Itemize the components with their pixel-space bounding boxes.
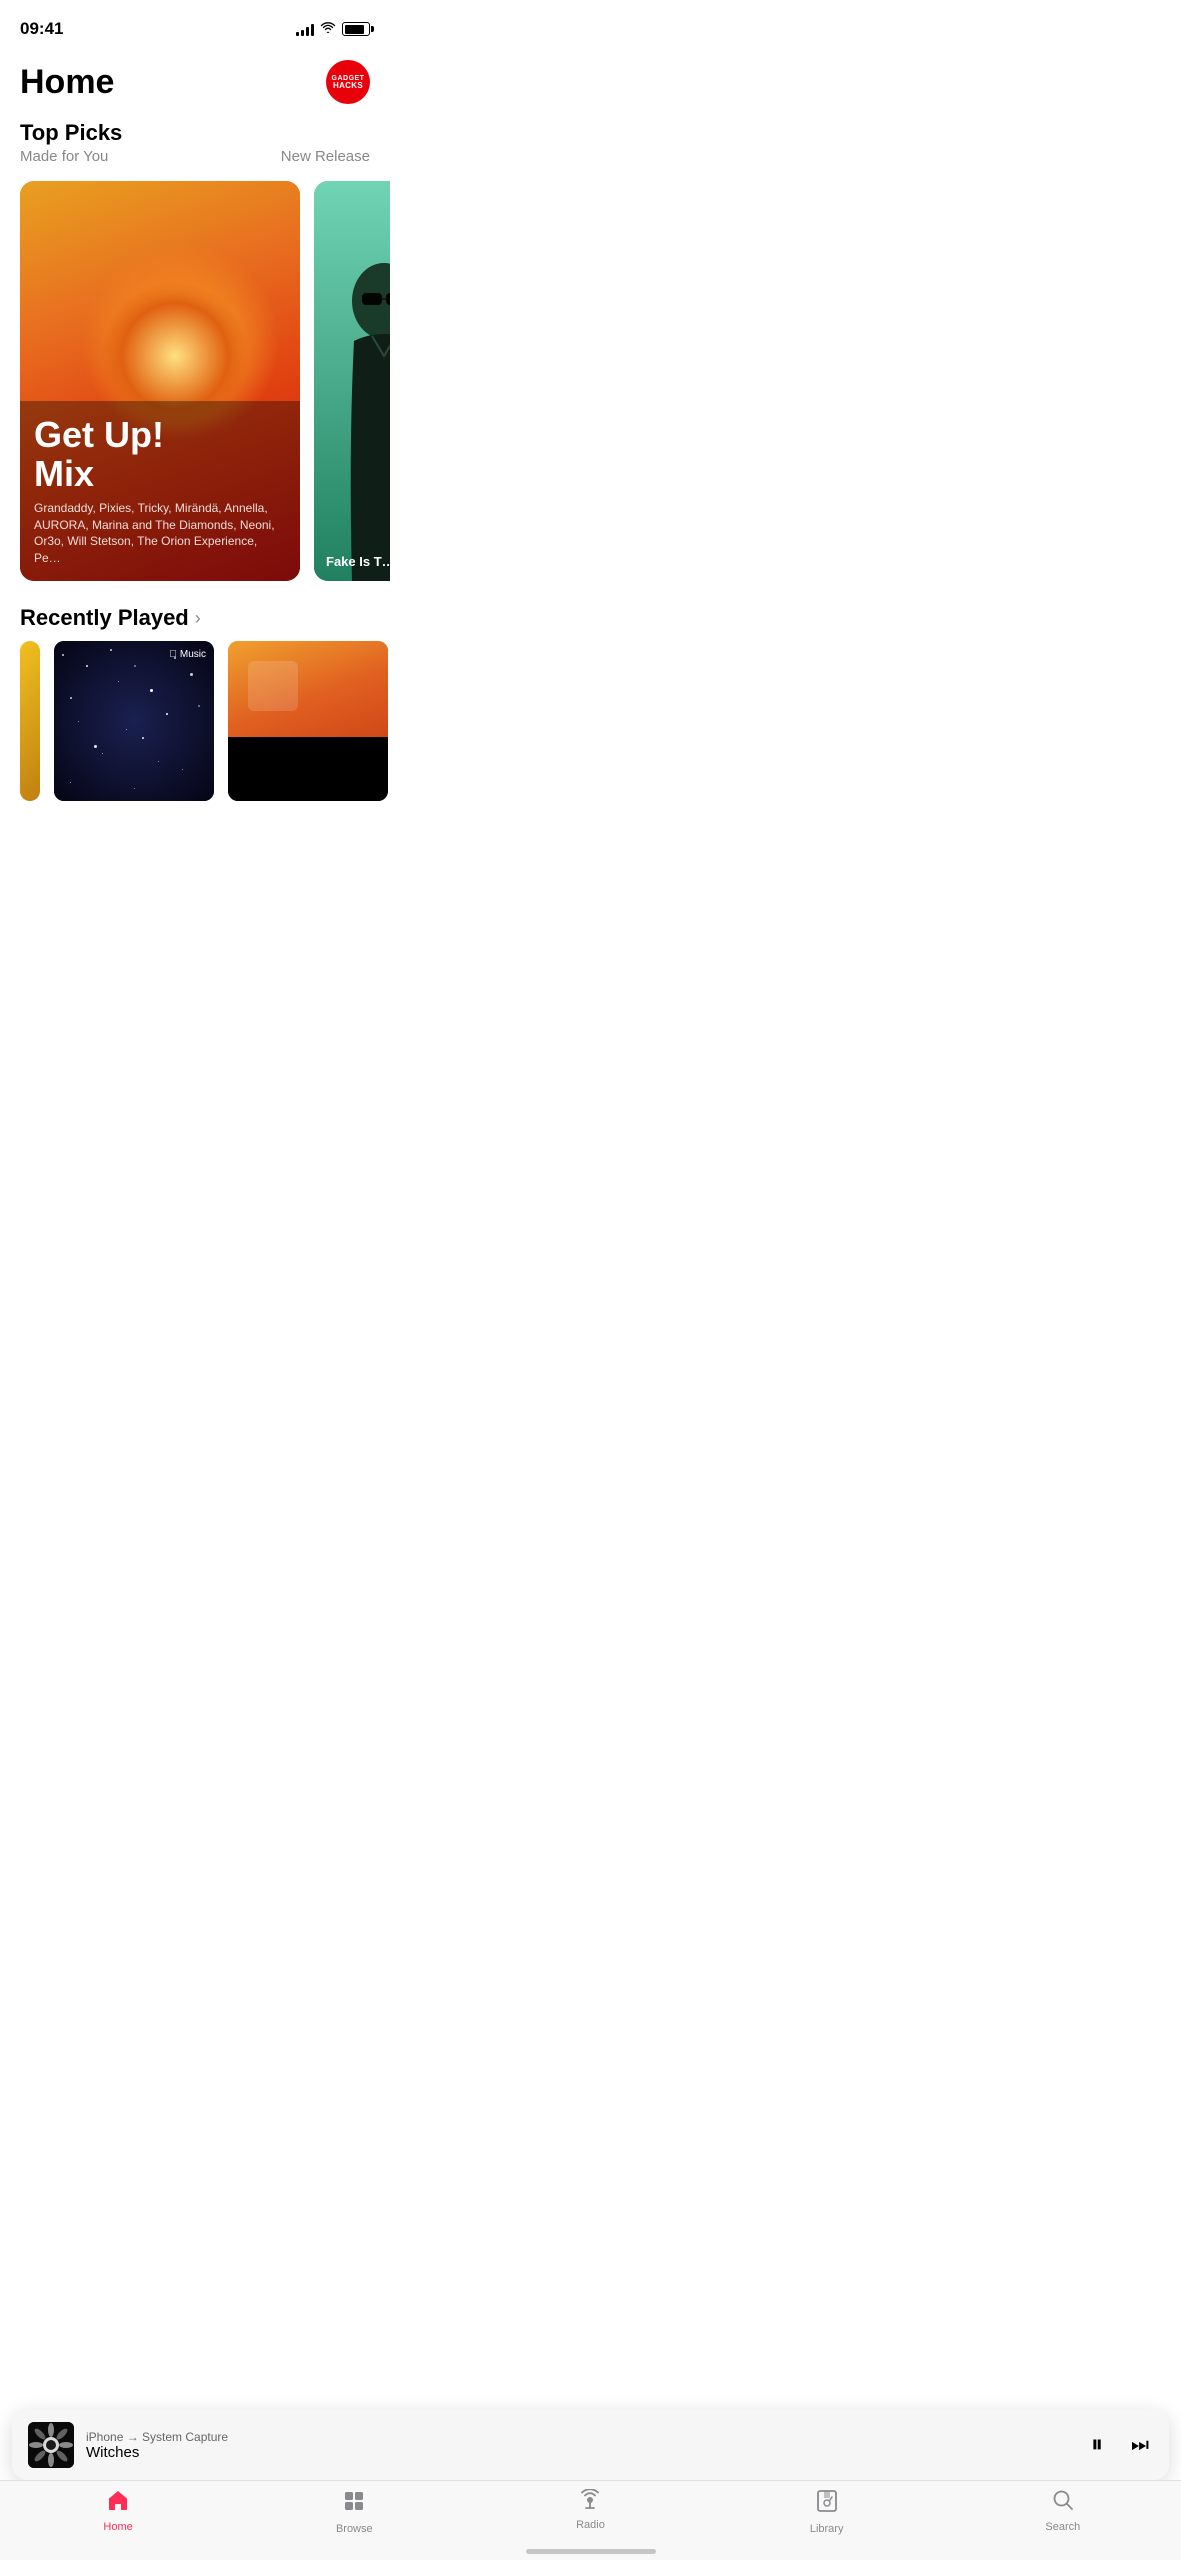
battery-icon bbox=[342, 22, 370, 36]
tab-radio-label: Radio bbox=[576, 2519, 605, 2531]
mini-player-info: iPhone → System Capture Witches bbox=[28, 2422, 1087, 2468]
tab-browse-label: Browse bbox=[336, 2523, 373, 2535]
recently-card-partial[interactable] bbox=[20, 641, 40, 801]
tab-bar: Home Browse Radio bbox=[0, 2480, 1181, 2560]
page-header: Home GADGET HACKS bbox=[0, 50, 390, 120]
featured-card-description: Grandaddy, Pixies, Tricky, Mirändä, Anne… bbox=[34, 500, 286, 567]
recently-played-section: Recently Played › bbox=[0, 597, 390, 817]
tab-home[interactable]: Home bbox=[88, 2489, 148, 2540]
mini-track-name: Witches bbox=[86, 2444, 228, 2461]
top-picks-scroll:  Music Get Up! Mix Grandaddy, Pixies, T… bbox=[0, 169, 390, 597]
avatar[interactable]: GADGET HACKS bbox=[326, 60, 370, 104]
mini-forward-button[interactable]: ⏭ bbox=[1127, 2430, 1153, 2461]
mini-pause-button[interactable]: ⏸ bbox=[1087, 2427, 1107, 2463]
mini-track-source: iPhone → System Capture bbox=[86, 2430, 228, 2444]
top-picks-new-release[interactable]: New Release bbox=[281, 148, 370, 165]
orange-card-overlay bbox=[228, 737, 388, 801]
mini-album-art bbox=[28, 2422, 74, 2468]
library-icon bbox=[816, 2489, 838, 2519]
tab-search[interactable]: Search bbox=[1033, 2489, 1093, 2540]
stars-background bbox=[54, 641, 214, 801]
badge-apple-logo:  bbox=[169, 649, 177, 660]
tab-home-label: Home bbox=[103, 2521, 132, 2533]
top-picks-title: Top Picks bbox=[20, 120, 370, 146]
status-icons bbox=[296, 22, 370, 37]
wifi-icon bbox=[320, 22, 336, 37]
page-title: Home bbox=[20, 63, 114, 102]
second-card-title: Fake Is T… bbox=[326, 554, 390, 569]
status-bar: 09:41 bbox=[0, 0, 390, 50]
tab-search-label: Search bbox=[1045, 2521, 1080, 2533]
search-icon bbox=[1052, 2489, 1074, 2517]
tab-browse[interactable]: Browse bbox=[324, 2489, 384, 2540]
recently-played-header: Recently Played › bbox=[0, 605, 390, 641]
second-card-text: Fake Is T… bbox=[314, 542, 390, 581]
tab-radio[interactable]: Radio bbox=[560, 2489, 620, 2540]
tab-library-label: Library bbox=[810, 2523, 844, 2535]
artist-image bbox=[314, 181, 390, 581]
badge-music-text: Music bbox=[180, 649, 206, 660]
mini-player[interactable]: iPhone → System Capture Witches ⏸ ⏭ bbox=[12, 2410, 1169, 2480]
radio-icon bbox=[578, 2489, 602, 2515]
top-picks-header: Top Picks Made for You New Release bbox=[0, 120, 390, 169]
recently-card-stars[interactable]:  Music bbox=[54, 641, 214, 801]
featured-card-overlay: Get Up! Mix Grandaddy, Pixies, Tricky, M… bbox=[20, 401, 300, 581]
home-icon bbox=[106, 2489, 130, 2517]
recently-played-title: Recently Played bbox=[20, 605, 189, 631]
avatar-line2: HACKS bbox=[332, 82, 365, 90]
home-indicator bbox=[526, 2549, 656, 2554]
second-card-new-release[interactable]: Fake Is T… bbox=[314, 181, 390, 581]
tab-library[interactable]: Library bbox=[797, 2489, 857, 2540]
featured-card-title: Get Up! Mix bbox=[34, 415, 286, 494]
recently-played-chevron[interactable]: › bbox=[195, 608, 201, 629]
album-art-image bbox=[28, 2422, 74, 2468]
apple-music-badge:  Music bbox=[169, 649, 206, 660]
mini-track-info: iPhone → System Capture Witches bbox=[86, 2430, 228, 2461]
recently-played-scroll:  Music bbox=[0, 641, 390, 817]
featured-card-get-up-mix[interactable]:  Music Get Up! Mix Grandaddy, Pixies, T… bbox=[20, 181, 300, 581]
status-time: 09:41 bbox=[20, 19, 63, 39]
recently-card-orange[interactable] bbox=[228, 641, 388, 801]
mini-player-controls[interactable]: ⏸ ⏭ bbox=[1087, 2427, 1153, 2463]
browse-icon bbox=[342, 2489, 366, 2519]
signal-bars-icon bbox=[296, 22, 314, 36]
top-picks-subtitle-left: Made for You bbox=[20, 148, 108, 165]
